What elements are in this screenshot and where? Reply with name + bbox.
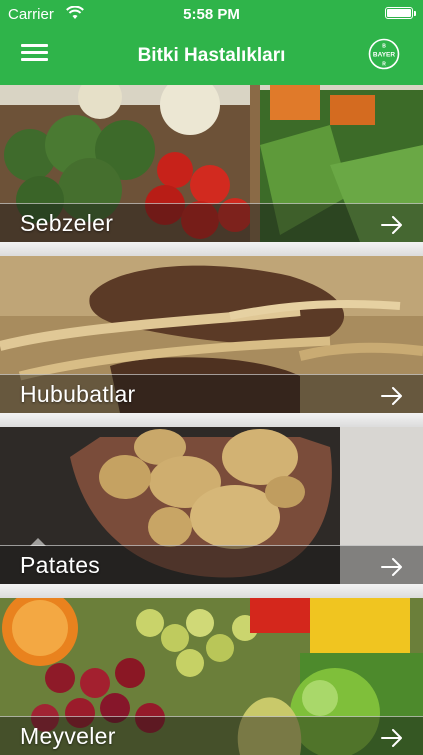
category-label: Sebzeler [20,210,114,236]
arrow-right-icon [381,387,402,405]
svg-text:R: R [382,62,386,68]
status-time: 5:58 PM [183,6,240,23]
bayer-logo[interactable]: BAYER B R [368,38,400,70]
category-card-meyveler[interactable]: Meyveler [0,598,423,755]
page-title: Bitki Hastalıkları [137,45,286,66]
arrow-right-icon [381,216,402,234]
svg-text:B: B [382,44,386,50]
category-label: Patates [20,552,101,578]
card-divider [0,413,423,427]
card-divider [0,584,423,598]
selection-notch [30,538,46,546]
card-divider [0,242,423,256]
status-bar: Carrier 5:58 PM [0,0,423,28]
category-card-sebzeler[interactable]: Sebzeler [0,85,423,242]
top-bar: Carrier 5:58 PM Bitki Hastalıkları BAYER… [0,0,423,85]
category-card-patates[interactable]: Patates [0,427,423,584]
arrow-right-icon [381,558,402,576]
navigation-bar: Bitki Hastalıkları BAYER B R [0,28,423,85]
bayer-logo-text: BAYER [373,52,395,59]
arrow-right-icon [381,729,402,747]
battery-icon [385,7,416,19]
category-label: Meyveler [20,723,116,749]
category-card-hububatlar[interactable]: Hububatlar [0,256,423,413]
category-label: Hububatlar [20,381,136,407]
